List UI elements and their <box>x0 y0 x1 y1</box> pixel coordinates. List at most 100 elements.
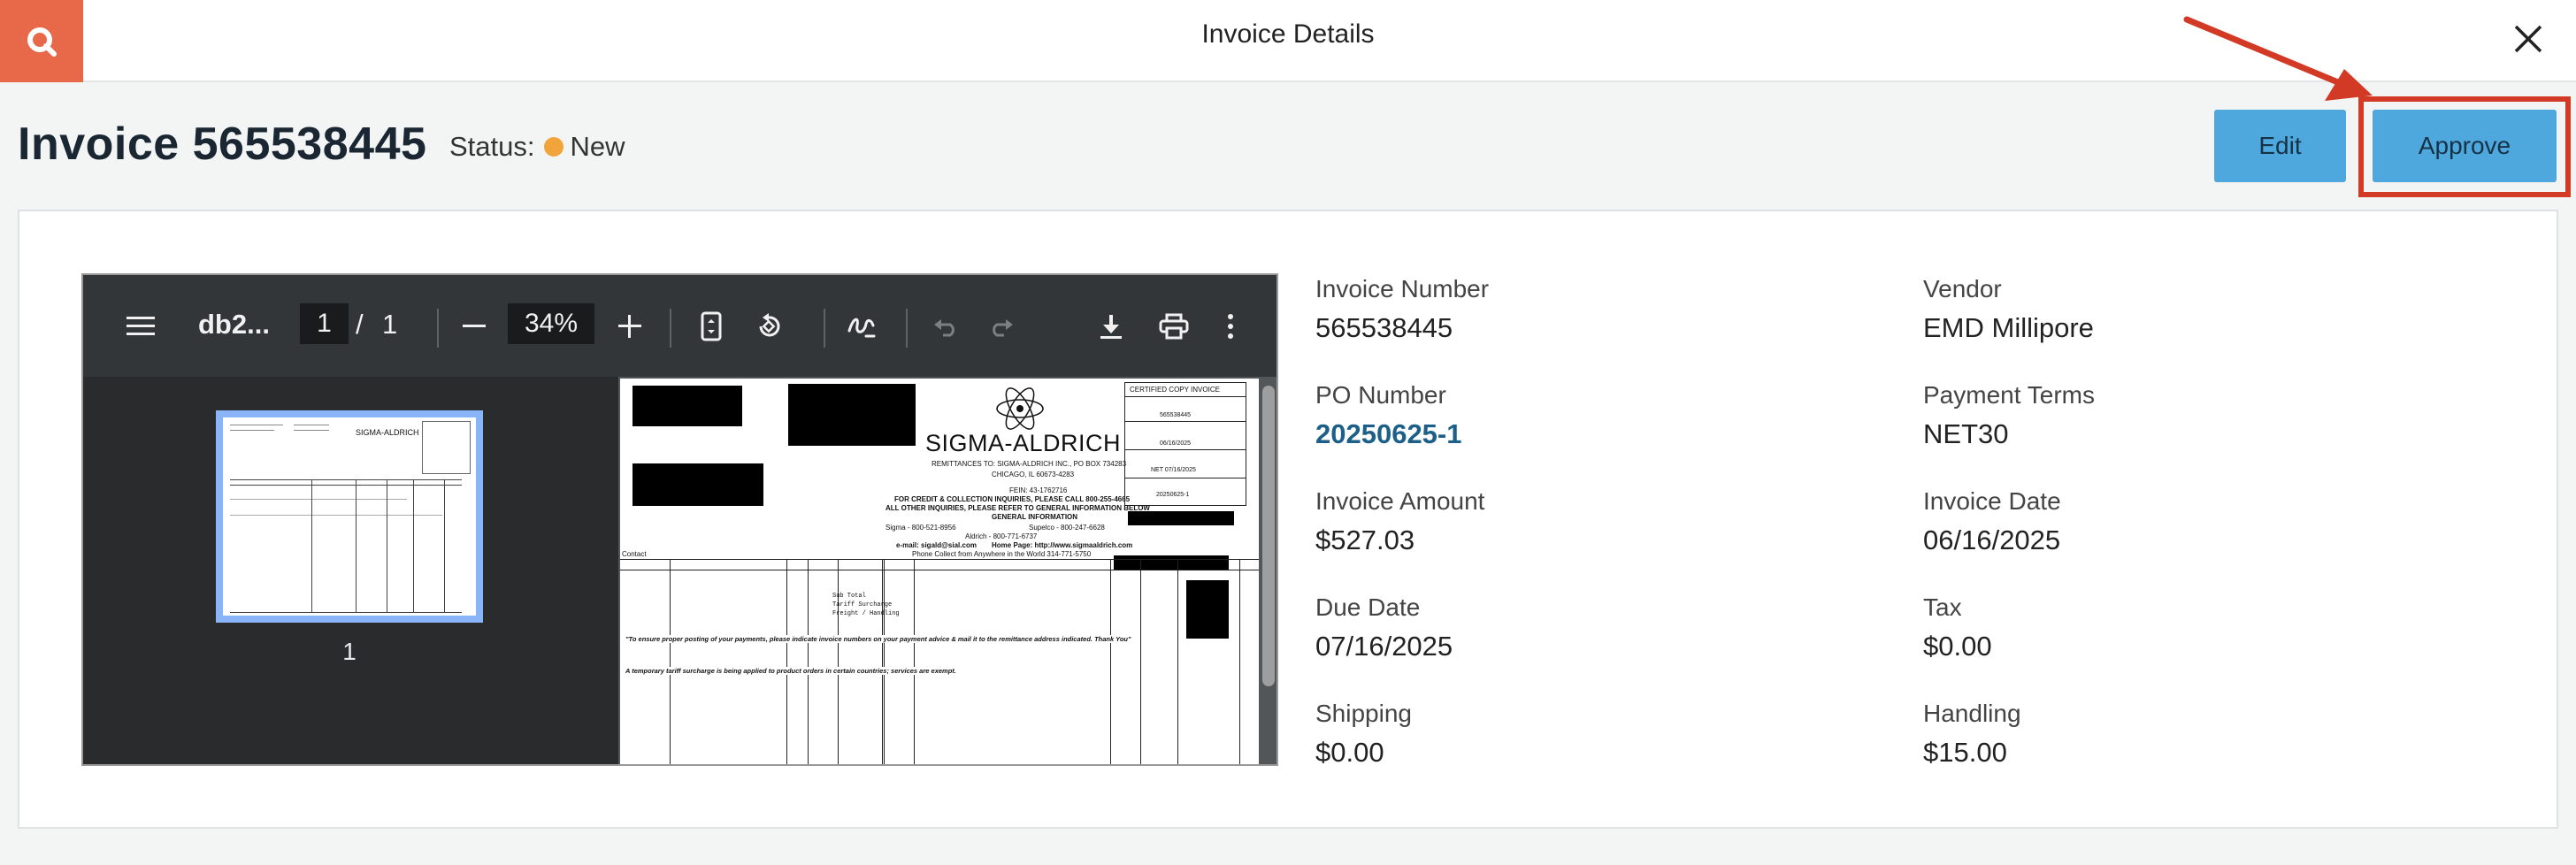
redaction-block <box>1128 511 1234 525</box>
invoice-document-page: SIGMA-ALDRICH CERTIFIED COPY INVOICE 565… <box>620 379 1259 764</box>
doc-note-2: A temporary tariff surcharge is being ap… <box>625 667 956 675</box>
field-label: Invoice Date <box>1923 487 2061 515</box>
invoice-panel: db2... 1 / 1 34% SIGMA-ALDRICH 1 SIGMA-A… <box>18 210 2558 829</box>
doc-supelco-line: Supelco - 800-247-6628 <box>1029 524 1105 532</box>
field-label: Payment Terms <box>1923 381 2095 409</box>
document-brand: SIGMA-ALDRICH <box>925 430 1122 456</box>
doc-aldrich-line: Aldrich - 800-771-6737 <box>965 532 1038 540</box>
pointer-arrow-icon <box>2183 16 2373 101</box>
doc-email-line: e-mail: sigald@sial.com <box>896 541 977 549</box>
toolbar-divider <box>670 309 671 348</box>
redaction-block <box>632 463 763 506</box>
field-label: Tax <box>1923 593 1962 621</box>
field-shipping: Shipping $0.00 <box>1315 700 1412 769</box>
toolbar-divider <box>906 309 908 348</box>
field-label: Invoice Amount <box>1315 487 1485 515</box>
field-value: 06/16/2025 <box>1923 524 2061 555</box>
page-separator: / <box>356 309 364 340</box>
status-dot-icon <box>543 137 564 157</box>
field-po-number: PO Number 20250625-1 <box>1315 381 1462 450</box>
redaction-block <box>632 386 742 426</box>
redaction-block <box>1114 555 1229 570</box>
doc-credit-line: FOR CREDIT & COLLECTION INQUIRIES, PLEAS… <box>894 495 1131 503</box>
annotate-icon[interactable] <box>844 309 879 344</box>
doc-fein-line: FEIN: 43-1762716 <box>1009 486 1068 494</box>
page-total: 1 <box>382 309 398 340</box>
redaction-block <box>788 384 916 446</box>
zoom-out-icon[interactable] <box>456 309 492 344</box>
toolbar-divider <box>824 309 825 348</box>
doc-contact-label: Contact <box>622 550 647 558</box>
doc-remit-line: REMITTANCES TO: SIGMA-ALDRICH INC., PO B… <box>932 460 1127 468</box>
field-label: Handling <box>1923 700 2021 727</box>
status-badge: Status: New <box>449 131 625 163</box>
doc-invoice-number: 565538445 <box>1160 412 1192 418</box>
field-value: $527.03 <box>1315 524 1415 555</box>
field-value: 07/16/2025 <box>1315 631 1453 662</box>
pdf-viewer[interactable]: db2... 1 / 1 34% SIGMA-ALDRICH 1 SIGMA-A… <box>81 273 1278 766</box>
field-invoice-number: Invoice Number 565538445 <box>1315 275 1489 344</box>
doc-other-line: ALL OTHER INQUIRIES, PLEASE REFER TO GEN… <box>886 504 1150 512</box>
doc-po-number: 20250625-1 <box>1156 492 1190 498</box>
thumbnail-pane: SIGMA-ALDRICH 1 <box>83 377 618 764</box>
field-value: $0.00 <box>1315 737 1384 768</box>
field-value: $0.00 <box>1923 631 1992 662</box>
field-vendor: Vendor EMD Millipore <box>1923 275 2094 344</box>
field-invoice-date: Invoice Date 06/16/2025 <box>1923 487 2061 556</box>
zoom-level[interactable]: 34% <box>508 303 594 344</box>
page-scrollbar[interactable] <box>1262 386 1275 686</box>
doc-due-date: NET 07/16/2025 <box>1151 467 1196 473</box>
status-value: New <box>570 131 625 162</box>
document-name: db2... <box>198 309 270 340</box>
field-value: $15.00 <box>1923 737 2007 768</box>
field-value: 565538445 <box>1315 312 1453 343</box>
page-thumbnail[interactable]: SIGMA-ALDRICH <box>216 410 483 623</box>
field-label: Invoice Number <box>1315 275 1490 302</box>
undo-icon[interactable] <box>928 309 963 344</box>
thumbnail-image: SIGMA-ALDRICH <box>223 417 476 616</box>
doc-city-line: CHICAGO, IL 60673-4283 <box>992 471 1075 478</box>
page-title: Invoice 565538445 <box>18 119 427 170</box>
status-label: Status: <box>449 131 535 162</box>
toolbar-divider <box>437 309 439 348</box>
field-payment-terms: Payment Terms NET30 <box>1923 381 2095 450</box>
doc-subtotal-3: Freight / Handling <box>832 610 900 617</box>
field-value: NET30 <box>1923 418 2009 449</box>
download-icon[interactable] <box>1093 309 1129 344</box>
field-tax: Tax $0.00 <box>1923 593 1992 662</box>
doc-home-line: Home Page: http://www.sigmaaldrich.com <box>992 541 1133 549</box>
doc-phone-line: Phone Collect from Anywhere in the World… <box>912 550 1092 558</box>
more-icon[interactable] <box>1213 309 1248 344</box>
redo-icon[interactable] <box>984 309 1019 344</box>
field-due-date: Due Date 07/16/2025 <box>1315 593 1453 662</box>
field-label: Vendor <box>1923 275 2002 302</box>
fit-page-icon[interactable] <box>694 309 729 344</box>
field-label: Due Date <box>1315 593 1421 621</box>
thumbnail-label: 1 <box>342 638 356 665</box>
pdf-toolbar: db2... 1 / 1 34% <box>83 275 1276 377</box>
approve-highlight-box <box>2358 96 2571 197</box>
page-number-input[interactable]: 1 <box>300 303 349 344</box>
certified-copy-label: CERTIFIED COPY INVOICE <box>1130 386 1220 394</box>
doc-sigma-line: Sigma - 800-521-8956 <box>886 524 956 532</box>
redaction-block <box>1186 580 1229 639</box>
sigma-aldrich-logo-icon <box>996 387 1044 430</box>
doc-general-line: GENERAL INFORMATION <box>992 513 1078 521</box>
edit-button[interactable]: Edit <box>2214 110 2346 182</box>
close-icon[interactable] <box>2507 18 2549 60</box>
doc-invoice-date: 06/16/2025 <box>1160 440 1192 447</box>
page-pane[interactable]: SIGMA-ALDRICH CERTIFIED COPY INVOICE 565… <box>618 377 1276 764</box>
po-number-link[interactable]: 20250625-1 <box>1315 418 1462 450</box>
doc-note-1: "To ensure proper posting of your paymen… <box>625 635 1131 643</box>
field-label: PO Number <box>1315 381 1446 409</box>
doc-subtotal-1: Sub Total <box>832 593 866 600</box>
rotate-icon[interactable] <box>751 309 786 344</box>
doc-subtotal-2: Tariff Surcharge <box>832 601 893 609</box>
menu-icon[interactable] <box>123 309 158 344</box>
print-icon[interactable] <box>1156 309 1192 344</box>
field-value: EMD Millipore <box>1923 312 2094 343</box>
field-handling: Handling $15.00 <box>1923 700 2021 769</box>
zoom-in-icon[interactable] <box>612 309 648 344</box>
field-invoice-amount: Invoice Amount $527.03 <box>1315 487 1484 556</box>
thumbnail-brand: SIGMA-ALDRICH <box>356 428 419 437</box>
